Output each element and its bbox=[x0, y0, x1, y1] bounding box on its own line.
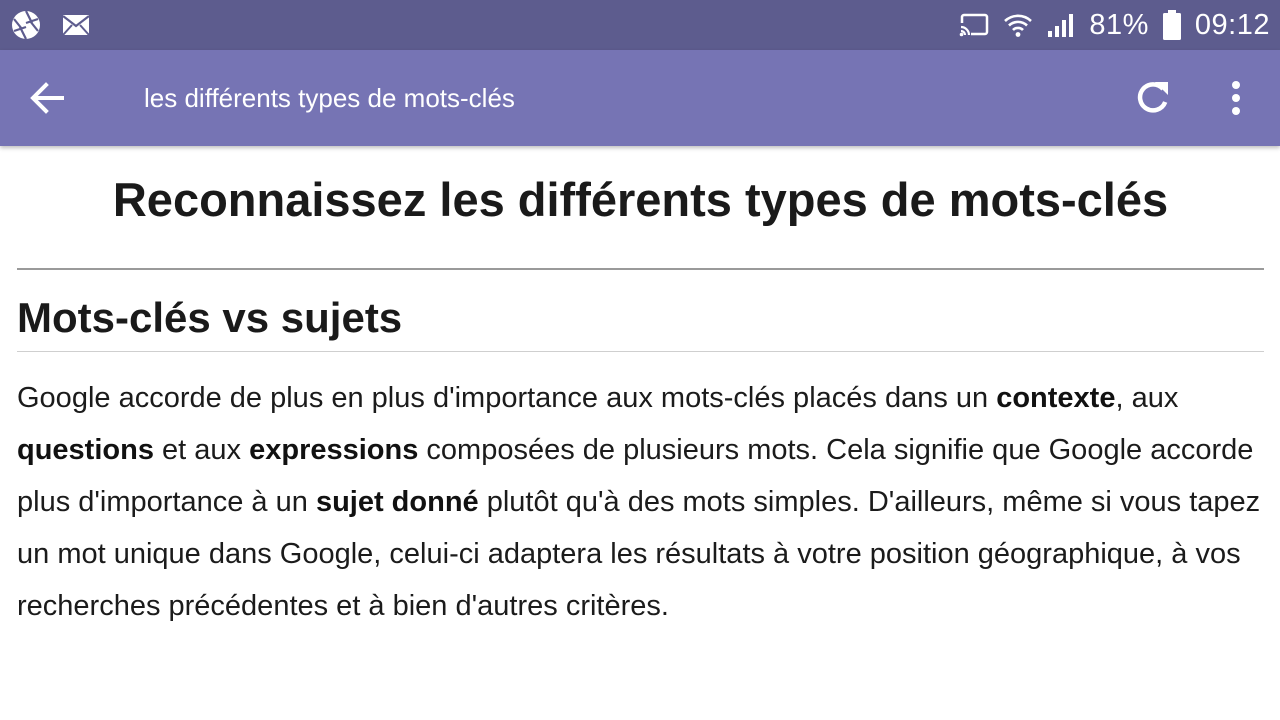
article-paragraph: Google accorde de plus en plus d'importa… bbox=[17, 352, 1264, 632]
back-arrow-icon bbox=[24, 82, 72, 126]
signal-icon bbox=[1047, 12, 1075, 38]
more-vert-icon bbox=[1212, 81, 1260, 126]
wifi-icon bbox=[1003, 12, 1033, 38]
more-options-button[interactable] bbox=[1212, 74, 1260, 122]
mail-icon bbox=[62, 14, 90, 36]
section-heading: Mots-clés vs sujets bbox=[17, 294, 403, 341]
status-left-icons bbox=[10, 9, 90, 41]
status-bar: 81% 09:12 bbox=[0, 0, 1280, 50]
bold-term-contexte: contexte bbox=[996, 382, 1116, 414]
bold-term-questions: questions bbox=[17, 434, 154, 466]
page-title: Reconnaissez les différents types de mot… bbox=[112, 173, 1169, 226]
battery-icon bbox=[1162, 10, 1181, 40]
refresh-button[interactable] bbox=[1128, 74, 1176, 122]
paragraph-text: Google accorde de plus en plus d'importa… bbox=[17, 382, 997, 414]
paragraph-text: , aux bbox=[1115, 382, 1179, 414]
article-content: Reconnaissez les différents types de mot… bbox=[17, 146, 1264, 632]
cast-icon bbox=[959, 13, 989, 37]
bold-term-sujet-donne: sujet donné bbox=[315, 486, 479, 518]
app-bar-title: les différents types de mots-clés bbox=[144, 83, 515, 113]
bold-term-expressions: expressions bbox=[249, 434, 419, 466]
clock: 09:12 bbox=[1194, 8, 1270, 41]
battery-percent: 81% bbox=[1089, 8, 1149, 41]
back-button[interactable] bbox=[24, 74, 72, 122]
paragraph-text: et aux bbox=[153, 434, 250, 466]
refresh-icon bbox=[1128, 82, 1176, 126]
app-bar: les différents types de mots-clés bbox=[0, 50, 1280, 146]
aperture-icon bbox=[10, 9, 42, 41]
status-right-icons: 81% 09:12 bbox=[959, 0, 1270, 50]
